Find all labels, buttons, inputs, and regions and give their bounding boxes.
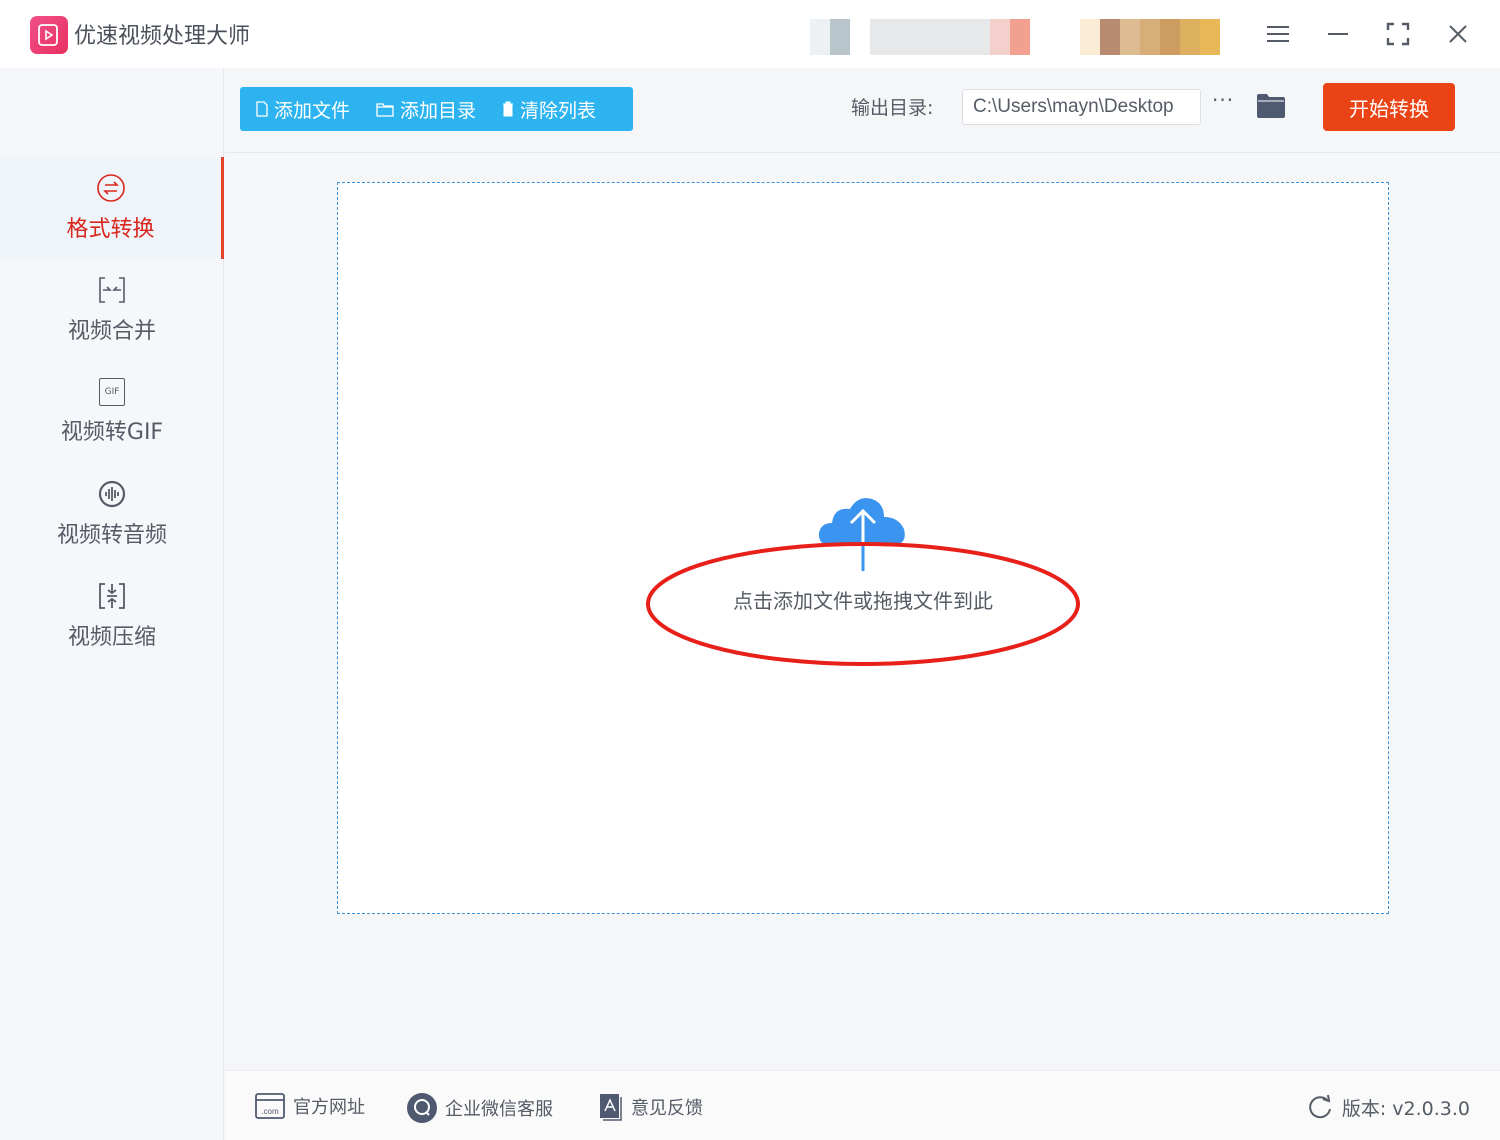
add-folder-button[interactable]: 添加目录 xyxy=(376,96,476,123)
sidebar: 格式转换 视频合并 GIF 视频转GIF 视频转音频 视频压缩 xyxy=(0,68,224,1140)
output-dir-input[interactable]: C:\Users\mayn\Desktop xyxy=(962,89,1201,125)
file-button-group: 添加文件 添加目录 清除列表 xyxy=(240,87,633,131)
sidebar-item-label: 视频合并 xyxy=(68,313,156,345)
compress-icon xyxy=(97,581,127,611)
open-folder-icon[interactable] xyxy=(1256,93,1286,119)
title-bar: 优速视频处理大师 xyxy=(0,0,1500,68)
add-file-button[interactable]: 添加文件 xyxy=(256,96,350,123)
fullscreen-icon[interactable] xyxy=(1382,18,1414,50)
format-convert-icon xyxy=(96,173,126,203)
refresh-icon xyxy=(1308,1093,1334,1121)
minimize-icon[interactable] xyxy=(1322,18,1354,50)
folder-icon xyxy=(376,102,394,117)
app-title: 优速视频处理大师 xyxy=(74,18,250,50)
gif-icon: GIF xyxy=(99,378,125,406)
svg-text:.com: .com xyxy=(261,1107,279,1116)
sidebar-item-compress[interactable]: 视频压缩 xyxy=(0,565,224,667)
feedback-link[interactable]: 意见反馈 xyxy=(599,1093,703,1121)
menu-icon[interactable] xyxy=(1262,18,1294,50)
start-convert-button[interactable]: 开始转换 xyxy=(1323,83,1455,131)
toolbar: 添加文件 添加目录 清除列表 输出目录: C:\Users\mayn\Deskt… xyxy=(225,68,1500,153)
browse-more-button[interactable]: ··· xyxy=(1212,88,1234,112)
merge-icon xyxy=(97,275,127,305)
file-drop-zone[interactable]: 点击添加文件或拖拽文件到此 xyxy=(337,182,1389,914)
trash-icon xyxy=(502,101,514,117)
file-icon xyxy=(256,101,268,117)
sidebar-item-label: 视频转GIF xyxy=(61,414,163,446)
app-logo-icon xyxy=(30,16,68,54)
output-dir-label: 输出目录: xyxy=(851,93,933,120)
website-icon: .com xyxy=(255,1093,285,1119)
sidebar-item-merge[interactable]: 视频合并 xyxy=(0,259,224,361)
feedback-icon xyxy=(599,1093,623,1121)
sidebar-item-format-convert[interactable]: 格式转换 xyxy=(0,157,224,259)
sidebar-item-label: 格式转换 xyxy=(66,211,154,243)
wechat-support-link[interactable]: 企业微信客服 xyxy=(407,1093,553,1123)
official-website-link[interactable]: .com 官方网址 xyxy=(255,1093,365,1119)
footer: .com 官方网址 企业微信客服 意见反馈 版本: v2.0.3.0 xyxy=(225,1070,1500,1140)
sidebar-item-gif[interactable]: GIF 视频转GIF xyxy=(0,361,224,463)
wechat-icon xyxy=(407,1093,437,1123)
blurred-vip-badge xyxy=(1080,19,1220,55)
sidebar-item-label: 视频转音频 xyxy=(57,517,167,549)
version-info[interactable]: 版本: v2.0.3.0 xyxy=(1308,1093,1470,1121)
clear-list-button[interactable]: 清除列表 xyxy=(502,96,596,123)
sidebar-item-label: 视频压缩 xyxy=(68,619,156,651)
annotation-ellipse xyxy=(643,541,1083,671)
audio-icon xyxy=(97,479,127,509)
sidebar-item-audio[interactable]: 视频转音频 xyxy=(0,463,224,565)
blurred-user-info xyxy=(810,19,1030,55)
close-icon[interactable] xyxy=(1442,18,1474,50)
